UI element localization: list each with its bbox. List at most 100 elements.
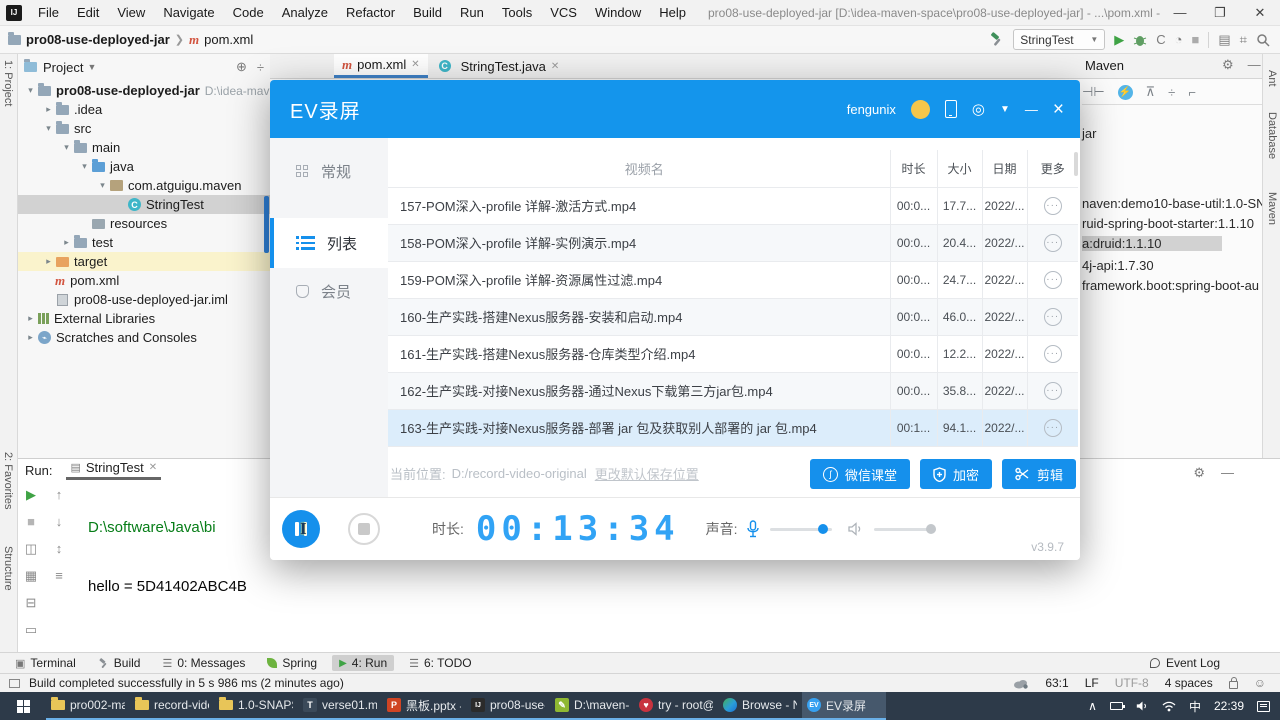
run-tab-stringtest[interactable]: ▤ StringTest ✕ — [66, 460, 162, 480]
file-encoding[interactable]: UTF-8 — [1115, 676, 1149, 690]
rerun-icon[interactable]: ▶ — [22, 487, 40, 503]
avatar[interactable] — [910, 99, 930, 119]
indent-setting[interactable]: 4 spaces — [1165, 676, 1213, 690]
menu-file[interactable]: File — [30, 3, 67, 22]
maven-execute-icon[interactable]: ⚡ — [1117, 84, 1133, 100]
settings-gear-icon[interactable]: ◎ — [972, 100, 985, 118]
tray-expand-icon[interactable]: ∧ — [1088, 699, 1097, 713]
tool-tab-structure[interactable]: Structure — [2, 546, 14, 591]
tool-tab-ant[interactable]: Ant — [1266, 70, 1278, 87]
close-button[interactable]: ✕ — [1240, 0, 1280, 25]
tree-item-iml[interactable]: pro08-use-deployed-jar.iml — [18, 290, 270, 309]
speaker-icon[interactable] — [847, 522, 864, 536]
scroll-up-icon[interactable]: ↑ — [50, 487, 68, 502]
toolwindow-build[interactable]: Build — [91, 655, 148, 671]
clear-icon[interactable]: ▭ — [22, 622, 40, 638]
taskbar-item-ev[interactable]: EV EV录屏 — [802, 692, 886, 720]
tree-item-java[interactable]: ▾ java — [18, 157, 270, 176]
video-row[interactable]: 157-POM深入-profile 详解-激活方式.mp4 00:0... 17.7… — [388, 187, 1078, 225]
tool-tab-maven[interactable]: Maven — [1266, 192, 1278, 225]
wechat-class-button[interactable]: ʃ 微信课堂 — [809, 459, 910, 489]
settings-icon[interactable]: ▦ — [22, 568, 40, 584]
tree-item-src[interactable]: ▾ src — [18, 119, 270, 138]
ime-indicator[interactable]: 中 — [1189, 698, 1201, 715]
video-row[interactable]: 161-生产实践-搭建Nexus服务器-仓库类型介绍.mp4 00:0... 12.… — [388, 335, 1078, 373]
taskbar-item-idea[interactable]: IJpro08-use-... — [466, 692, 550, 720]
toolwindow-terminal[interactable]: ▣ Terminal — [8, 655, 83, 671]
toolwindow-run[interactable]: ▶ 4: Run — [332, 655, 395, 671]
scroll-down-icon[interactable]: ↓ — [50, 514, 68, 529]
taskbar-item-editor[interactable]: ✎D:\maven-r... — [550, 692, 634, 720]
tree-item-stringtest[interactable]: C StringTest — [18, 195, 270, 214]
sync-cloud-icon[interactable] — [1013, 678, 1029, 689]
maven-dependency[interactable]: framework.boot:spring-boot-au — [1082, 278, 1259, 293]
tree-item-main[interactable]: ▾ main — [18, 138, 270, 157]
breadcrumb-root[interactable]: pro08-use-deployed-jar — [26, 32, 170, 47]
edit-clip-button[interactable]: 剪辑 — [1001, 459, 1076, 489]
maximize-button[interactable]: ❐ — [1200, 0, 1240, 25]
battery-icon[interactable] — [1109, 702, 1125, 710]
tree-item-target[interactable]: ▸ target — [18, 252, 270, 271]
video-row[interactable]: 158-POM深入-profile 详解-实例演示.mp4 00:0... 20.4… — [388, 224, 1078, 262]
more-actions-icon[interactable]: ··· — [1043, 381, 1062, 400]
menu-help[interactable]: Help — [651, 3, 694, 22]
start-button[interactable] — [0, 692, 46, 720]
maven-skip-tests-icon[interactable]: ⊣⊢ — [1082, 84, 1105, 100]
tool-tab-project[interactable]: 1: Project — [2, 60, 14, 106]
action-center-icon[interactable] — [1257, 700, 1270, 712]
readonly-lock-icon[interactable] — [1228, 677, 1238, 689]
taskbar-item-typora[interactable]: Tverse01.md... — [298, 692, 382, 720]
more-actions-icon[interactable]: ··· — [1043, 270, 1062, 289]
scroll-to-end-icon[interactable]: ≡ — [50, 568, 68, 583]
maven-settings-gear-icon[interactable]: ⚙ — [1222, 57, 1234, 73]
maven-expand-icon[interactable]: ⊼ — [1146, 84, 1156, 100]
pin-icon[interactable]: ⊟ — [22, 595, 40, 611]
event-log-button[interactable]: Event Log — [1149, 656, 1220, 670]
more-actions-icon[interactable]: ··· — [1043, 307, 1062, 326]
project-view-dropdown-icon[interactable]: ▼ — [87, 62, 225, 72]
video-row-selected[interactable]: 163-生产实践-对接Nexus服务器-部署 jar 包及获取别人部署的 jar… — [388, 409, 1078, 447]
tool-tab-favorites[interactable]: 2: Favorites — [2, 452, 14, 509]
dump-threads-icon[interactable]: ◫ — [22, 541, 40, 557]
tool-tab-database[interactable]: Database — [1266, 112, 1278, 159]
breadcrumb-file[interactable]: pom.xml — [204, 32, 253, 47]
tab-stringtest-java[interactable]: C StringTest.java ✕ — [430, 54, 568, 78]
more-actions-icon[interactable]: ··· — [1043, 233, 1062, 252]
tab-close-icon[interactable]: ✕ — [411, 59, 419, 70]
menu-view[interactable]: View — [109, 3, 153, 22]
coverage-icon[interactable]: C — [1156, 32, 1165, 47]
taskbar-item-folder[interactable]: record-vide... — [130, 692, 214, 720]
maven-hide-icon[interactable]: — — [1248, 57, 1261, 73]
toolwindow-todo[interactable]: ☰ 6: TODO — [402, 655, 478, 671]
taskbar-item-folder[interactable]: 1.0-SNAPS... — [214, 692, 298, 720]
menu-run[interactable]: Run — [452, 3, 492, 22]
tab-pom-xml[interactable]: m pom.xml ✕ — [334, 54, 428, 78]
stop-button[interactable] — [348, 513, 380, 545]
menu-filter-icon[interactable]: ▼ — [1000, 104, 1010, 115]
tree-item-pom[interactable]: m pom.xml — [18, 271, 270, 290]
menu-analyze[interactable]: Analyze — [274, 3, 336, 22]
collapse-all-icon[interactable]: ÷ — [257, 60, 264, 75]
tree-item-external-libraries[interactable]: ▸ External Libraries — [18, 309, 270, 328]
more-actions-icon[interactable]: ··· — [1043, 418, 1062, 437]
clock[interactable]: 22:39 — [1214, 699, 1244, 713]
tab-close-icon[interactable]: ✕ — [551, 61, 559, 72]
maven-wrench-icon[interactable]: ⌐ — [1188, 85, 1196, 100]
pause-button[interactable]: I — [282, 510, 320, 548]
run-settings-gear-icon[interactable]: ⚙ — [1193, 465, 1205, 481]
build-hammer-icon[interactable] — [989, 32, 1004, 47]
sidebar-item-list[interactable]: 列表 — [270, 218, 388, 268]
soft-wrap-icon[interactable]: ↕ — [50, 541, 68, 556]
menu-navigate[interactable]: Navigate — [155, 3, 222, 22]
menu-edit[interactable]: Edit — [69, 3, 107, 22]
microphone-icon[interactable] — [746, 520, 760, 538]
run-hide-icon[interactable]: — — [1221, 465, 1234, 481]
maven-dependency[interactable]: naven:demo10-base-util:1.0-SNA — [1082, 196, 1274, 211]
tree-item-package[interactable]: ▾ com.atguigu.maven — [18, 176, 270, 195]
attach-debugger-icon[interactable]: ▤ — [1218, 32, 1230, 48]
tree-item-root[interactable]: ▾ pro08-use-deployed-jar D:\idea-mave — [18, 81, 276, 100]
taskbar-item-ssh[interactable]: ♥try - root@... — [634, 692, 718, 720]
menu-tools[interactable]: Tools — [494, 3, 540, 22]
ev-minimize-icon[interactable]: — — [1025, 102, 1038, 117]
col-size[interactable]: 大小 — [936, 150, 982, 188]
